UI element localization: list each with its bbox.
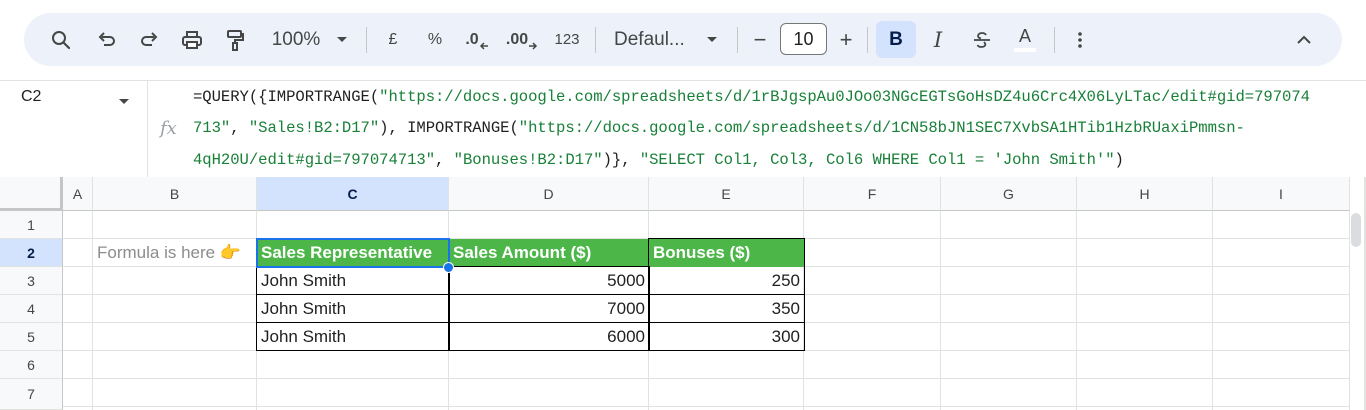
text-color-swatch [1014,48,1036,52]
fill-handle[interactable] [443,262,454,273]
number-format-button[interactable]: 123 [551,13,583,66]
gridline [940,211,941,410]
formula-input-line-2[interactable]: 713", "Sales!B2:D17"), IMPORTRANGE("http… [193,119,1245,137]
gridline [1212,211,1213,410]
zoom-select[interactable]: 100% [268,13,324,66]
increase-font-size-button[interactable]: + [834,13,858,66]
toolbar-divider [737,27,738,53]
cell-d5[interactable]: 6000 [449,323,649,351]
cell-e2-header[interactable]: Bonuses ($) [649,239,804,267]
cell-d4[interactable]: 7000 [449,295,649,323]
gridline [1076,211,1077,410]
column-header-e[interactable]: E [649,177,804,211]
chevron-down-icon[interactable] [334,13,350,66]
scrollbar-thumb[interactable] [1351,213,1361,247]
column-header-d[interactable]: D [449,177,649,211]
toolbar-divider [867,27,868,53]
column-header-f[interactable]: F [804,177,941,211]
cell-c5[interactable]: John Smith [257,323,449,351]
percent-format-button[interactable]: % [423,13,447,66]
select-all-corner[interactable] [0,177,63,211]
column-header-b[interactable]: B [93,177,257,211]
toolbar-divider [595,27,596,53]
decrease-font-size-button[interactable]: − [748,13,772,66]
decrease-decimal-button[interactable]: .0 [461,13,493,66]
formula-bar-divider [147,81,148,178]
arrow-right-icon [529,41,538,50]
currency-format-button[interactable]: £ [381,13,405,66]
cell-b2-note[interactable]: Formula is here 👉 [93,239,257,267]
arrow-left-icon [479,41,488,50]
formula-input-line-3[interactable]: 4qH20U/edit#gid=797074713", "Bonuses!B2:… [193,151,1124,169]
zoom-value: 100% [271,28,321,50]
row-header-2[interactable]: 2 [0,239,63,267]
font-size-input[interactable]: 10 [780,23,827,55]
chevron-down-icon[interactable] [704,13,720,66]
text-color-button[interactable]: A [1010,13,1040,66]
spreadsheet-grid: A B C D E F G H I 1 2 3 4 5 6 7 Formula … [0,177,1366,410]
row-header-1[interactable]: 1 [0,211,63,239]
cell-e5[interactable]: 300 [649,323,804,351]
chevron-down-icon[interactable] [118,93,130,111]
row-header-3[interactable]: 3 [0,267,63,295]
row-header-4[interactable]: 4 [0,295,63,323]
toolbar-area: 100% £ % .0 .00 123 Defaul... − 10 + B I… [0,0,1366,80]
cell-c2-header[interactable]: Sales Representative [257,239,449,267]
more-vert-icon[interactable] [1068,13,1092,66]
toolbar-divider [366,27,367,53]
undo-icon[interactable] [92,13,122,66]
row-header-7[interactable]: 7 [0,379,63,410]
row-header-6[interactable]: 6 [0,351,63,379]
font-select[interactable]: Defaul... [614,13,690,66]
cell-e4[interactable]: 350 [649,295,804,323]
row-header-5[interactable]: 5 [0,323,63,351]
bold-button[interactable]: B [876,21,916,58]
formula-input-line-1[interactable]: =QUERY({IMPORTRANGE("https://docs.google… [193,88,1310,106]
redo-icon[interactable] [134,13,164,66]
formula-bar: C2 fx =QUERY({IMPORTRANGE("https://docs.… [0,80,1366,178]
column-header-i[interactable]: I [1213,177,1350,211]
italic-button[interactable]: I [926,13,950,66]
cell-c4[interactable]: John Smith [257,295,449,323]
paint-format-icon[interactable] [220,13,250,66]
toolbar-divider [1054,27,1055,53]
cell-d3[interactable]: 5000 [449,267,649,295]
strikethrough-icon[interactable] [968,13,996,66]
toolbar: 100% £ % .0 .00 123 Defaul... − 10 + B I… [24,13,1342,66]
cell-d2-header[interactable]: Sales Amount ($) [449,239,649,267]
search-icon[interactable] [46,13,76,66]
name-box[interactable]: C2 [21,88,41,106]
increase-decimal-button[interactable]: .00 [505,13,539,66]
column-header-a[interactable]: A [63,177,93,211]
fx-icon: fx [160,118,177,139]
print-icon[interactable] [177,13,207,66]
cell-c3[interactable]: John Smith [257,267,449,295]
column-header-h[interactable]: H [1077,177,1213,211]
chevron-up-icon[interactable] [1292,13,1316,66]
column-header-c[interactable]: C [257,177,449,211]
cell-e3[interactable]: 250 [649,267,804,295]
column-header-g[interactable]: G [941,177,1077,211]
